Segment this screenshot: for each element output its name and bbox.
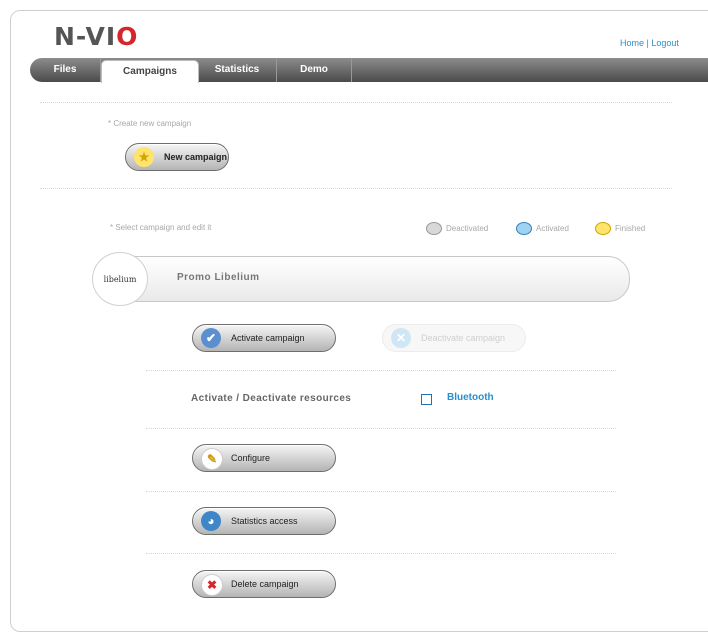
main-nav: Files Campaigns Statistics Demo bbox=[30, 58, 708, 83]
deactivate-campaign-label: Deactivate campaign bbox=[421, 333, 506, 343]
divider bbox=[146, 370, 616, 371]
delete-x-icon: ✖ bbox=[201, 574, 223, 596]
star-icon: ★ bbox=[134, 147, 154, 167]
campaign-logo: libelium bbox=[92, 252, 148, 306]
checkmark-icon: ✔ bbox=[201, 328, 221, 348]
logo-prefix: N-VI bbox=[54, 22, 117, 51]
grey-dot-icon bbox=[426, 222, 442, 235]
divider bbox=[146, 491, 616, 492]
divider bbox=[40, 102, 672, 103]
divider bbox=[146, 553, 616, 554]
configure-label: Configure bbox=[231, 453, 271, 463]
new-campaign-label: New campaign bbox=[164, 152, 228, 162]
pie-chart-icon: ◕ bbox=[201, 511, 221, 531]
bluetooth-checkbox[interactable] bbox=[421, 394, 432, 405]
tab-demo[interactable]: Demo bbox=[277, 58, 352, 82]
divider bbox=[40, 188, 672, 189]
campaign-name: Promo Libelium bbox=[177, 272, 260, 283]
blue-dot-icon bbox=[516, 222, 532, 235]
pencil-icon: ✎ bbox=[201, 448, 223, 470]
top-links: Home | Logout bbox=[620, 38, 679, 48]
resources-label: Activate / Deactivate resources bbox=[191, 393, 352, 404]
bluetooth-label[interactable]: Bluetooth bbox=[447, 392, 494, 403]
delete-campaign-label: Delete campaign bbox=[231, 579, 299, 589]
home-link[interactable]: Home bbox=[620, 38, 644, 48]
logo-accent: O bbox=[116, 22, 139, 51]
configure-button[interactable]: ✎ Configure bbox=[192, 444, 336, 472]
link-separator: | bbox=[646, 38, 649, 48]
tab-campaigns[interactable]: Campaigns bbox=[101, 60, 199, 83]
libelium-logo-text: libelium bbox=[103, 274, 137, 284]
select-hint: * Select campaign and edit it bbox=[110, 223, 212, 232]
statistics-access-label: Statistics access bbox=[231, 516, 298, 526]
deactivate-campaign-button[interactable]: ✕ Deactivate campaign bbox=[382, 324, 526, 352]
yellow-dot-icon bbox=[595, 222, 611, 235]
new-campaign-button[interactable]: ★ New campaign bbox=[125, 143, 229, 171]
activate-campaign-button[interactable]: ✔ Activate campaign bbox=[192, 324, 336, 352]
activate-campaign-label: Activate campaign bbox=[231, 333, 305, 343]
statistics-access-button[interactable]: ◕ Statistics access bbox=[192, 507, 336, 535]
delete-campaign-button[interactable]: ✖ Delete campaign bbox=[192, 570, 336, 598]
create-hint: * Create new campaign bbox=[108, 119, 192, 128]
tab-statistics[interactable]: Statistics bbox=[198, 58, 277, 82]
logout-link[interactable]: Logout bbox=[651, 38, 679, 48]
divider bbox=[146, 428, 616, 429]
tab-files[interactable]: Files bbox=[30, 58, 101, 82]
cross-icon: ✕ bbox=[391, 328, 411, 348]
page-frame bbox=[10, 10, 708, 632]
n-vio-logo[interactable]: N-VIO bbox=[54, 22, 138, 51]
